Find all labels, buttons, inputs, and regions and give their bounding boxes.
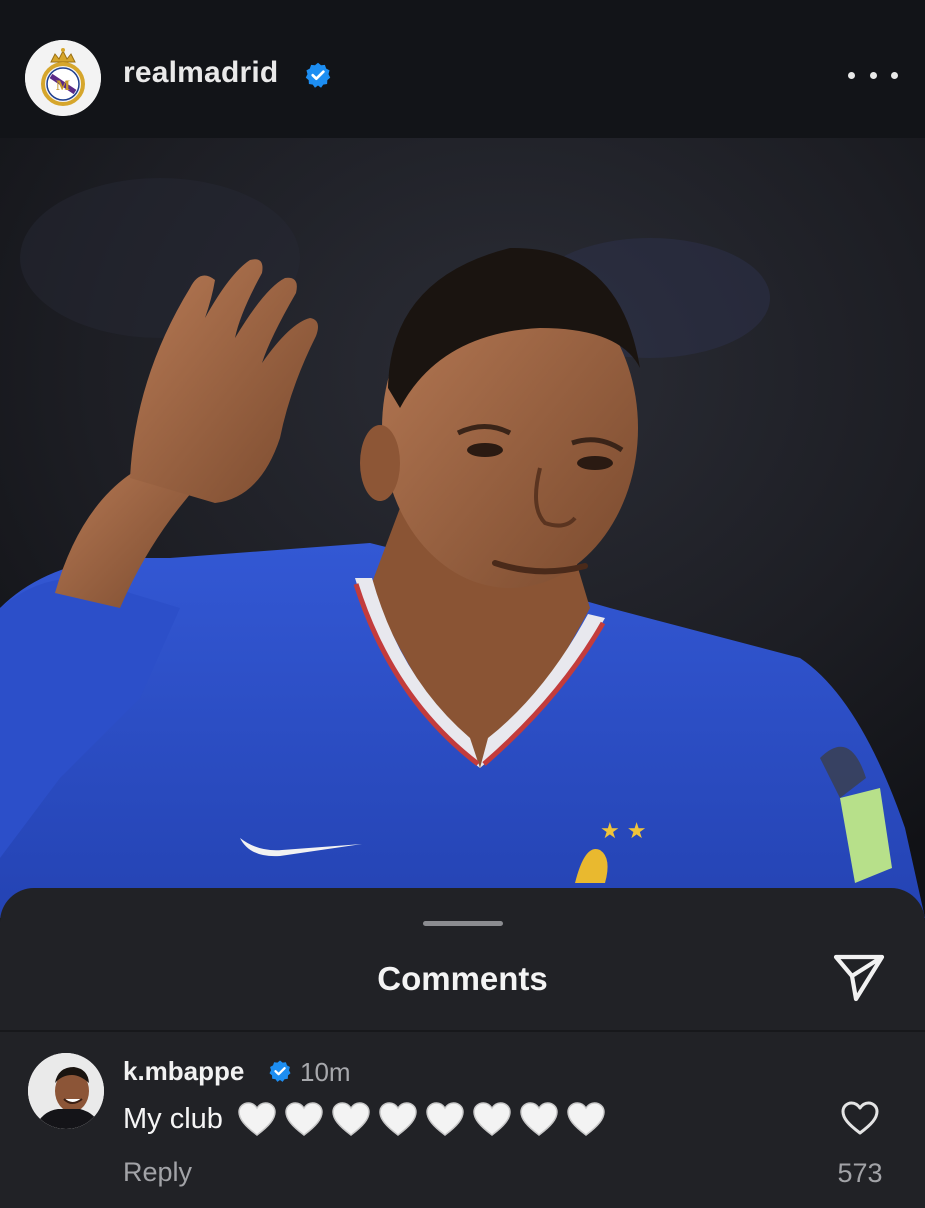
comment-text: My club — [123, 1102, 223, 1135]
post-photo[interactable]: ★ ★ — [0, 138, 925, 918]
svg-text:M: M — [56, 78, 70, 94]
account-username[interactable]: realmadrid — [123, 56, 278, 90]
comment-body: My club — [123, 1099, 613, 1139]
player-saluting-illustration: ★ ★ — [0, 138, 925, 918]
send-icon[interactable] — [832, 952, 886, 1004]
commenter-photo — [28, 1053, 104, 1129]
account-avatar[interactable]: M — [25, 40, 101, 116]
white-heart-icon — [285, 1102, 323, 1136]
sheet-drag-handle[interactable] — [423, 921, 503, 926]
sheet-divider — [0, 1030, 925, 1032]
commenter-avatar[interactable] — [28, 1053, 104, 1129]
like-count: 573 — [837, 1158, 883, 1188]
more-dot — [869, 71, 877, 79]
white-heart-icon — [379, 1102, 417, 1136]
comment-timestamp: 10m — [300, 1057, 351, 1087]
white-hearts-emoji — [237, 1101, 613, 1137]
white-heart-icon — [567, 1102, 605, 1136]
white-heart-icon — [238, 1102, 276, 1136]
comments-title: Comments — [377, 960, 548, 997]
more-dot — [891, 71, 898, 79]
reply-button[interactable]: Reply — [123, 1157, 192, 1188]
svg-text:★ ★: ★ ★ — [600, 819, 646, 844]
verified-badge-icon — [269, 1060, 291, 1082]
white-heart-icon — [426, 1102, 464, 1136]
white-heart-icon — [520, 1102, 558, 1136]
white-heart-icon — [332, 1102, 370, 1136]
white-heart-icon — [473, 1102, 511, 1136]
more-options-button[interactable] — [848, 58, 898, 92]
more-dot — [848, 71, 855, 79]
comment-username[interactable]: k.mbappe — [123, 1056, 244, 1087]
verified-badge-icon — [305, 62, 331, 88]
club-crest-icon: M — [25, 40, 101, 116]
heart-like-icon[interactable] — [840, 1100, 880, 1136]
post-header: M realmadrid — [0, 0, 925, 138]
